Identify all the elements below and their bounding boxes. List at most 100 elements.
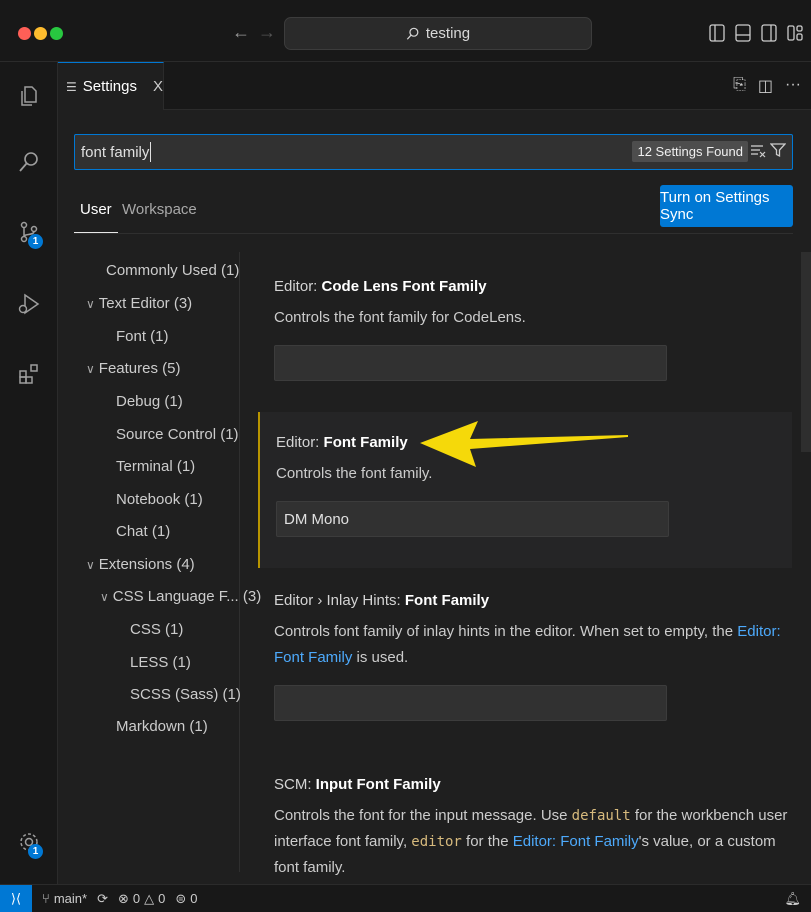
toc-label: Text Editor (3) [98,295,193,312]
tab-label: Settings [82,78,137,95]
settings-tab-icon: ☰ [66,79,77,94]
setting-category: Editor › Inlay Hints: [274,592,405,609]
toc-label: Features (5) [98,360,181,377]
clear-filter-icon[interactable] [750,142,766,158]
ports-status[interactable]: ⊜ 0 [175,891,197,907]
zoom-window-button[interactable] [50,27,63,40]
desc-text: for the [461,833,513,850]
manage-gear-icon[interactable]: 1 [17,830,43,859]
toc-item-less[interactable]: LESS (1) [130,654,191,671]
more-actions-icon[interactable]: ··· [785,76,801,96]
forward-arrow-icon[interactable]: → [258,22,276,43]
setting-description: Controls the font family for CodeLens. [274,309,526,326]
close-tab-icon[interactable]: X [153,78,163,95]
editor-tab-bar: ☰ Settings X ⎘ ◫ ··· [58,62,811,110]
code-lens-font-family-input[interactable] [274,345,667,381]
chevron-down-icon: ∨ [86,297,95,311]
search-icon [406,27,419,40]
tab-user[interactable]: User [74,201,118,233]
back-arrow-icon[interactable]: ← [232,22,250,43]
extensions-icon[interactable] [17,362,41,386]
ports-icon: ⊜ [175,890,187,906]
status-bar: ⟩⟨ ⑂ main* ⟳ ⊗ 0 △ 0 ⊜ 0 🔔︎ [0,884,811,912]
setting-code-lens-font-family: Editor: Code Lens Font Family Controls t… [258,278,792,381]
run-debug-icon[interactable] [17,292,41,316]
manage-badge: 1 [28,844,43,859]
layout-controls [709,24,803,42]
toc-item-text-editor[interactable]: ∨ Text Editor (3) [86,295,192,312]
toggle-primary-sidebar-icon[interactable] [709,24,725,42]
editor-actions: ⎘ ◫ ··· [733,76,801,96]
chevron-down-icon: ∨ [100,590,109,604]
ports-count: 0 [190,891,198,906]
close-window-button[interactable] [18,27,31,40]
problems-status[interactable]: ⊗ 0 △ 0 [118,891,165,907]
bell-icon[interactable]: 🔔︎ [784,891,801,907]
toc-label: Notebook (1) [116,491,203,508]
toc-label: Debug (1) [116,393,183,410]
setting-description: Controls font family of inlay hints in t… [274,619,792,671]
toc-item-features[interactable]: ∨ Features (5) [86,360,181,377]
source-control-badge: 1 [28,234,43,249]
tab-settings[interactable]: ☰ Settings X [58,62,164,110]
search-actions [750,142,786,158]
toc-label: Extensions (4) [98,556,195,573]
search-query-text: font family [81,143,150,161]
turn-on-settings-sync-button[interactable]: Turn on Settings Sync [660,185,793,227]
branch-status[interactable]: ⑂ main* ⟳ [42,891,108,907]
command-center[interactable]: testing [284,17,592,50]
filter-icon[interactable] [770,142,786,158]
customize-layout-icon[interactable] [787,24,803,42]
toc-item-commonly-used[interactable]: Commonly Used (1) [102,262,239,279]
tab-workspace[interactable]: Workspace [122,201,197,218]
toc-item-terminal[interactable]: Terminal (1) [116,458,195,475]
toc-label: Source Control (1) [116,426,239,443]
search-icon[interactable] [17,150,41,174]
editor-font-family-link[interactable]: Editor: Font Family [513,833,639,850]
desc-code: default [571,808,631,824]
vscode-window: ← → testing 1 1 ☰ Settings X ⎘ ◫ ··· fon… [0,0,811,912]
toc-item-extensions[interactable]: ∨ Extensions (4) [86,556,195,573]
toc-item-source-control[interactable]: Source Control (1) [116,426,239,443]
minimize-window-button[interactable] [34,27,47,40]
chevron-down-icon: ∨ [86,558,95,572]
source-control-icon[interactable]: 1 [17,220,43,249]
toc-item-scss[interactable]: SCSS (Sass) (1) [130,686,241,703]
settings-scrollbar[interactable] [801,252,811,452]
toc-item-css-language-features[interactable]: ∨ CSS Language F... (3) [100,588,261,605]
open-settings-json-icon[interactable]: ⎘ [733,76,746,96]
toc-label: CSS Language F... (3) [112,588,262,605]
toc-item-font[interactable]: Font (1) [116,328,169,345]
desc-text: Controls the font for the input message.… [274,807,572,824]
branch-icon: ⑂ [42,891,50,906]
toc-item-debug[interactable]: Debug (1) [116,393,183,410]
setting-title: SCM: Input Font Family [274,776,792,793]
settings-table-of-contents: Commonly Used (1) ∨ Text Editor (3) Font … [74,252,261,872]
chevron-down-icon: ∨ [86,362,95,376]
setting-name: Font Family [404,592,490,609]
toc-label: CSS (1) [130,621,184,638]
settings-search-input[interactable]: font family 12 Settings Found [74,134,793,170]
toc-label: SCSS (Sass) (1) [130,686,241,703]
yellow-arrow-annotation [420,421,628,467]
toc-label: LESS (1) [130,654,191,671]
toc-item-notebook[interactable]: Notebook (1) [116,491,203,508]
results-count-badge: 12 Settings Found [632,141,748,162]
error-count: 0 [132,891,141,906]
inlay-hints-font-family-input[interactable] [274,685,667,721]
desc-text: Controls font family of inlay hints in t… [274,623,738,640]
setting-category: Editor: [276,434,324,451]
toc-item-css[interactable]: CSS (1) [130,621,183,638]
toggle-secondary-sidebar-icon[interactable] [761,24,777,42]
setting-inlay-hints-font-family: Editor › Inlay Hints: Font Family Contro… [258,592,792,721]
split-editor-icon[interactable]: ◫ [758,76,773,96]
setting-title: Editor › Inlay Hints: Font Family [274,592,792,609]
remote-indicator-icon[interactable]: ⟩⟨ [0,884,32,912]
toc-item-markdown[interactable]: Markdown (1) [116,718,208,735]
sync-icon[interactable]: ⟳ [97,891,108,907]
toc-label: Terminal (1) [116,458,196,475]
editor-font-family-input[interactable]: DM Mono [276,501,669,537]
toc-item-chat[interactable]: Chat (1) [116,523,170,540]
toggle-panel-icon[interactable] [735,24,751,42]
explorer-icon[interactable] [17,84,41,108]
